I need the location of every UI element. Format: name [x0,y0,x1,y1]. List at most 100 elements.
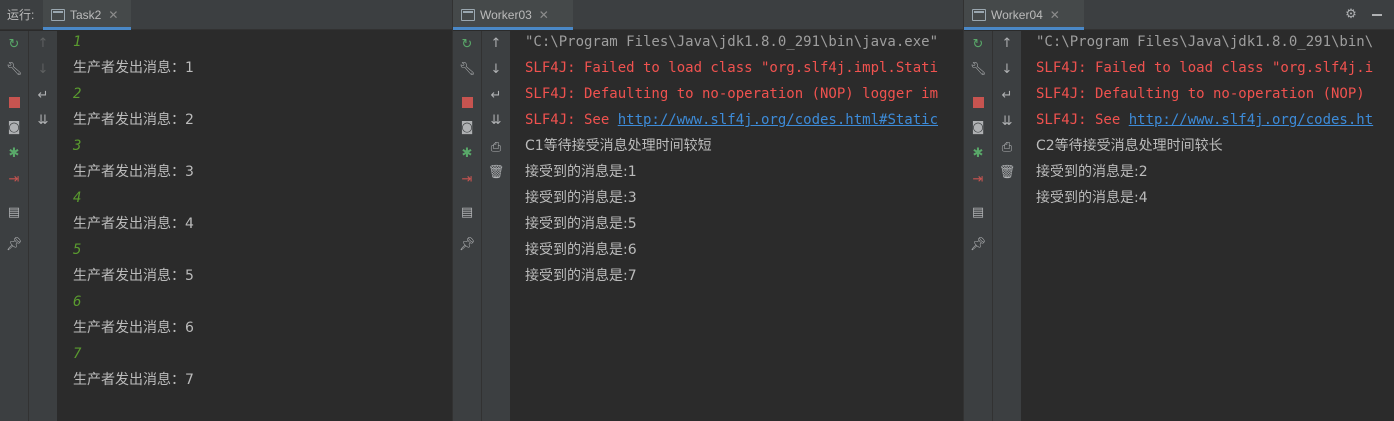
console-line: 2 [73,86,82,102]
soft-wrap-icon[interactable]: ↵ [999,88,1015,104]
slf4j-link[interactable]: http://www.slf4j.org/codes.ht [1129,112,1373,128]
console-line: 1 [73,34,82,50]
console-toolbar: ↑ ↓ ↵ ⇊ ⎙ 🗑︎ [993,31,1022,421]
console-line: 接受到的消息是:3 [525,190,637,206]
soft-wrap-icon[interactable]: ↵ [488,88,504,104]
pin-icon[interactable]: 📌︎ [6,237,23,253]
error-prefix: SLF4J: See [525,112,618,128]
console-line: 生产者发出消息：7 [73,372,194,388]
stop-icon[interactable] [459,94,475,110]
minimize-icon[interactable] [1369,7,1385,23]
java-command-line: "C:\Program Files\Java\jdk1.8.0_291\bin\ [1036,34,1374,50]
active-tab-indicator [453,27,573,30]
error-line: SLF4J: Defaulting to no-operation (NOP) … [525,86,939,102]
console-line: 接受到的消息是:5 [525,216,637,232]
console-output: "C:\Program Files\Java\jdk1.8.0_291\bin\… [511,31,963,421]
console-line: 生产者发出消息：5 [73,268,194,284]
debug-icon[interactable]: ✱ [6,146,22,162]
console-line: 接受到的消息是:7 [525,268,637,284]
console-line: 生产者发出消息：6 [73,320,194,336]
tab-bar: Worker03 ✕ [453,0,963,30]
camera-icon[interactable]: ◙ [970,120,986,136]
run-panel-worker04: Worker04 ✕ ⚙ ↻ 🔧︎ ◙ ✱ ⇥ ▤ 📌︎ ↑ ↓ ↵ ⇊ ⎙ 🗑… [964,0,1394,421]
console-line: 生产者发出消息：4 [73,216,194,232]
exit-icon[interactable]: ⇥ [459,172,475,188]
tab-bar: 运行: Task2 ✕ [0,0,452,30]
run-toolbar: ↻ 🔧︎ ◙ ✱ ⇥ ▤ 📌︎ [964,31,993,421]
console-line: C1等待接受消息处理时间较短 [525,138,712,154]
close-tab-icon[interactable]: ✕ [539,8,549,22]
scroll-to-end-icon[interactable]: ⇊ [999,114,1015,130]
close-tab-icon[interactable]: ✕ [108,8,118,22]
console-line: 5 [73,242,82,258]
console-tab-icon [51,9,65,21]
tab-worker04[interactable]: Worker04 ✕ [964,0,1084,30]
console-line: 接受到的消息是:2 [1036,164,1148,180]
error-line: SLF4J: See http://www.slf4j.org/codes.ht… [525,110,938,130]
run-toolbar: ↻ 🔧︎ ◙ ✱ ⇥ ▤ 📌︎ [453,31,482,421]
print-icon[interactable]: ⎙ [999,140,1015,156]
active-tab-indicator [964,27,1084,30]
scroll-to-end-icon[interactable]: ⇊ [486,111,506,131]
run-toolbar: ↻ 🔧︎ ◙ ✱ ⇥ ▤ 📌︎ [0,31,29,421]
debug-icon[interactable]: ✱ [459,146,475,162]
rerun-icon[interactable]: ↻ [970,37,986,53]
pin-icon[interactable]: 📌︎ [459,237,476,253]
settings-gear-icon[interactable]: ⚙ [1343,7,1359,23]
debug-icon[interactable]: ✱ [970,146,986,162]
active-tab-indicator [43,27,131,30]
up-arrow-icon[interactable]: ↑ [488,36,504,52]
wrench-icon[interactable]: 🔧︎ [6,62,23,78]
tab-label: Worker03 [480,8,532,22]
close-tab-icon[interactable]: ✕ [1050,8,1060,22]
trash-icon[interactable]: 🗑︎ [999,165,1016,181]
up-arrow-icon[interactable]: ↑ [999,36,1015,52]
java-command-line: "C:\Program Files\Java\jdk1.8.0_291\bin\… [525,34,939,50]
error-line: SLF4J: Failed to load class "org.slf4j.i [1036,60,1374,76]
tab-label: Worker04 [991,8,1043,22]
console-line: 4 [73,190,82,206]
trash-icon[interactable]: 🗑︎ [488,165,505,181]
tab-worker03[interactable]: Worker03 ✕ [453,0,573,30]
console-line: 接受到的消息是:1 [525,164,637,180]
layout-icon[interactable]: ▤ [459,205,475,221]
exit-icon[interactable]: ⇥ [970,172,986,188]
scroll-to-end-icon[interactable]: ⇊ [33,111,53,131]
layout-icon[interactable]: ▤ [6,205,22,221]
console-line: C2等待接受消息处理时间较长 [1036,138,1223,154]
rerun-icon[interactable]: ↻ [6,37,22,53]
run-label: 运行: [7,8,35,22]
console-line: 7 [73,346,82,362]
tab-label: Task2 [70,8,102,22]
error-line: SLF4J: Failed to load class "org.slf4j.i… [525,60,939,76]
stop-icon[interactable] [6,94,22,110]
up-arrow-icon[interactable]: ↑ [35,36,51,52]
run-panel-worker03: Worker03 ✕ ↻ 🔧︎ ◙ ✱ ⇥ ▤ 📌︎ ↑ ↓ ↵ ⇊ ⎙ 🗑︎ … [453,0,963,421]
console-output: "C:\Program Files\Java\jdk1.8.0_291\bin\… [1022,31,1394,421]
down-arrow-icon[interactable]: ↓ [488,62,504,78]
console-line: 3 [73,138,82,154]
down-arrow-icon[interactable]: ↓ [35,62,51,78]
exit-icon[interactable]: ⇥ [6,172,22,188]
slf4j-link[interactable]: http://www.slf4j.org/codes.html#Static [618,112,938,128]
camera-icon[interactable]: ◙ [459,120,475,136]
error-line: SLF4J: See http://www.slf4j.org/codes.ht [1036,110,1373,130]
tab-task2[interactable]: Task2 ✕ [43,0,131,30]
console-line: 生产者发出消息：2 [73,112,194,128]
console-line: 生产者发出消息：3 [73,164,194,180]
layout-icon[interactable]: ▤ [970,205,986,221]
error-line: SLF4J: Defaulting to no-operation (NOP) [1036,86,1365,102]
wrench-icon[interactable]: 🔧︎ [459,62,476,78]
console-tab-icon [461,9,475,21]
console-line: 接受到的消息是:6 [525,242,637,258]
run-panel-task2: 运行: Task2 ✕ ↻ 🔧︎ ◙ ✱ ⇥ ▤ 📌︎ ↑ ↓ ↵ ⇊ 1 生产… [0,0,452,421]
soft-wrap-icon[interactable]: ↵ [35,88,51,104]
camera-icon[interactable]: ◙ [6,120,22,136]
pin-icon[interactable]: 📌︎ [970,237,987,253]
console-toolbar: ↑ ↓ ↵ ⇊ [29,31,58,421]
print-icon[interactable]: ⎙ [488,140,504,156]
rerun-icon[interactable]: ↻ [459,37,475,53]
down-arrow-icon[interactable]: ↓ [999,62,1015,78]
wrench-icon[interactable]: 🔧︎ [970,62,987,78]
stop-icon[interactable] [970,94,986,110]
